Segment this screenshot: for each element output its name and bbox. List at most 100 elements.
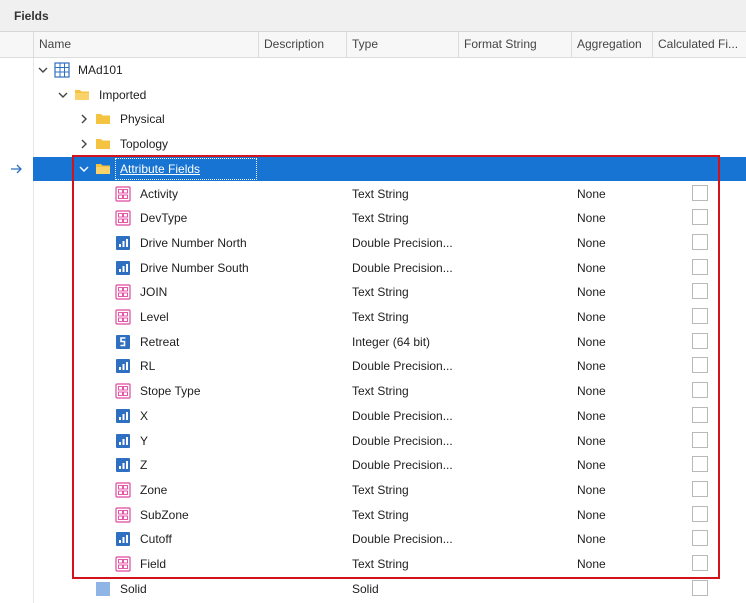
double-field-icon: [116, 532, 130, 547]
folder-icon: [96, 139, 110, 150]
field-row[interactable]: JOIN Text String None: [0, 280, 746, 305]
text-field-icon: [115, 482, 131, 498]
calculated-field-checkbox[interactable]: [692, 456, 708, 473]
chevron-right-icon[interactable]: [79, 114, 89, 124]
double-field-icon: [116, 260, 130, 275]
field-row[interactable]: RL Double Precision... None: [0, 354, 746, 379]
field-row[interactable]: Field Text String None: [0, 552, 746, 577]
solid-icon: [96, 581, 110, 596]
field-row[interactable]: Cutoff Double Precision... None: [0, 527, 746, 552]
tree-node-label: MAd101: [78, 63, 123, 77]
text-field-icon: [115, 506, 131, 523]
type-cell: Text String: [352, 186, 409, 201]
tree-node-physical[interactable]: Physical: [0, 107, 746, 132]
calculated-field-checkbox[interactable]: [692, 332, 708, 349]
table-icon: [54, 62, 70, 78]
chevron-down-icon[interactable]: [38, 65, 48, 75]
field-row[interactable]: SubZone Text String None: [0, 503, 746, 528]
tree-node-solid[interactable]: Solid Solid: [0, 577, 746, 602]
calculated-field-checkbox[interactable]: [692, 209, 708, 226]
calculated-field-checkbox[interactable]: [692, 283, 708, 300]
field-row[interactable]: Stope Type Text String None: [0, 379, 746, 404]
folder-icon: [96, 114, 110, 125]
type-cell: Text String: [352, 507, 409, 522]
aggregation-cell: None: [577, 384, 606, 399]
calculated-field-checkbox[interactable]: [692, 184, 708, 201]
type-cell: Text String: [352, 557, 409, 571]
calculated-field-checkbox[interactable]: [692, 382, 708, 399]
field-row[interactable]: X Double Precision... None: [0, 404, 746, 429]
field-name: SubZone: [140, 507, 189, 522]
calculated-field-checkbox[interactable]: [692, 530, 708, 547]
calculated-field-checkbox[interactable]: [692, 357, 708, 374]
column-header-aggregation[interactable]: Aggregation: [571, 32, 652, 57]
field-name: Stope Type: [140, 384, 201, 399]
calculated-field-checkbox[interactable]: [692, 258, 708, 275]
tree-node-attribute-fields[interactable]: Attribute Fields: [0, 156, 746, 182]
type-cell: Text String: [352, 285, 409, 300]
field-row[interactable]: DevType Text String None: [0, 206, 746, 231]
column-header-description[interactable]: Description: [258, 32, 346, 57]
type-cell: Solid: [352, 581, 379, 596]
column-header-name[interactable]: Name: [33, 32, 258, 57]
aggregation-cell: None: [577, 433, 606, 448]
field-row[interactable]: Drive Number South Double Precision... Non…: [0, 256, 746, 281]
column-header-calculated-field[interactable]: Calculated Fi...: [652, 32, 746, 57]
calculated-field-checkbox[interactable]: [692, 406, 708, 423]
aggregation-cell: None: [577, 211, 606, 226]
text-field-icon: [115, 383, 131, 399]
tree-node-topology[interactable]: Topology: [0, 132, 746, 157]
calculated-field-checkbox[interactable]: [692, 308, 708, 324]
field-name: Level: [140, 310, 169, 324]
chevron-down-icon[interactable]: [58, 90, 68, 100]
column-header-type[interactable]: Type: [346, 32, 458, 57]
panel-title: Fields: [14, 9, 49, 23]
aggregation-cell: None: [577, 334, 606, 349]
calculated-field-checkbox[interactable]: [692, 505, 708, 522]
calculated-field-checkbox[interactable]: [692, 555, 708, 571]
field-row[interactable]: Level Text String None: [0, 305, 746, 330]
tree-node-label: Attribute Fields: [120, 161, 201, 176]
calculated-field-checkbox[interactable]: [692, 579, 708, 596]
chevron-down-icon[interactable]: [79, 164, 89, 174]
column-header-row: Name Description Type Format String Aggr…: [0, 32, 746, 58]
field-name: Activity: [140, 186, 179, 201]
field-name: Cutoff: [140, 532, 172, 547]
tree-node-label: Physical: [120, 112, 165, 127]
field-name: Z: [140, 458, 148, 473]
tree-node-root[interactable]: MAd101: [0, 58, 746, 83]
calculated-field-checkbox[interactable]: [692, 233, 708, 250]
type-cell: Double Precision...: [352, 359, 453, 374]
field-name: Retreat: [140, 334, 180, 349]
tree-node-label: Imported: [99, 87, 147, 102]
aggregation-cell: None: [577, 285, 606, 300]
field-name: RL: [140, 359, 156, 374]
tree-node-label: Solid: [120, 581, 147, 596]
type-cell: Double Precision...: [352, 408, 453, 423]
chevron-right-icon[interactable]: [79, 139, 89, 149]
field-row[interactable]: Z Double Precision... None: [0, 453, 746, 478]
type-cell: Double Precision...: [352, 260, 453, 275]
double-field-icon: [116, 235, 130, 250]
type-cell: Double Precision...: [352, 433, 453, 448]
type-cell: Text String: [352, 482, 409, 497]
calculated-field-checkbox[interactable]: [692, 431, 708, 448]
calculated-field-checkbox[interactable]: [692, 480, 708, 497]
type-cell: Integer (64 bit): [352, 334, 431, 349]
aggregation-cell: None: [577, 532, 606, 547]
field-name: Drive Number North: [140, 235, 247, 250]
field-row[interactable]: Retreat Integer (64 bit) None: [0, 330, 746, 355]
type-cell: Double Precision...: [352, 458, 453, 473]
aggregation-cell: None: [577, 557, 606, 571]
aggregation-cell: None: [577, 186, 606, 201]
field-row[interactable]: Y Double Precision... None: [0, 429, 746, 454]
column-header-format-string[interactable]: Format String: [458, 32, 571, 57]
field-row[interactable]: Zone Text String None: [0, 478, 746, 503]
folder-open-icon: [75, 89, 89, 100]
double-field-icon: [116, 359, 130, 374]
field-row[interactable]: Drive Number North Double Precision... Non…: [0, 231, 746, 256]
type-cell: Double Precision...: [352, 235, 453, 250]
type-cell: Text String: [352, 310, 409, 324]
tree-node-imported[interactable]: Imported: [0, 83, 746, 108]
field-row[interactable]: Activity Text String None: [0, 182, 746, 207]
